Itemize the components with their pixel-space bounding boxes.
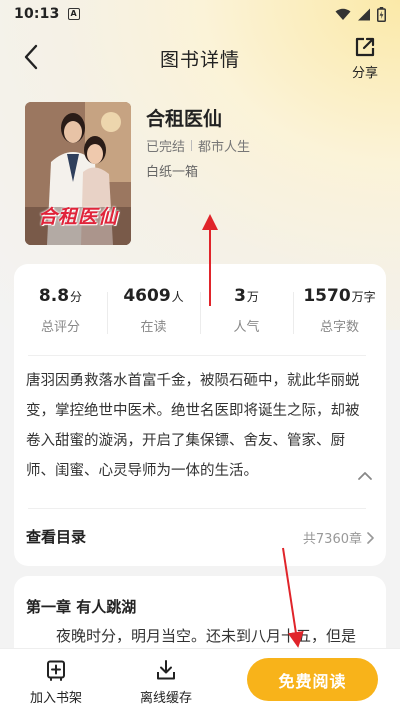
share-icon <box>355 37 375 57</box>
stat-label: 人气 <box>233 320 260 335</box>
stat-popularity: 3万 人气 <box>200 286 293 342</box>
stat-unit: 人 <box>171 290 184 304</box>
cover-title: 合租医仙 <box>37 206 118 228</box>
bottom-bar: 加入书架 离线缓存 免费阅读 <box>0 648 400 710</box>
stat-value: 1570 <box>303 286 351 306</box>
book-info-card: 8.8分 总评分 4609人 在读 3万 人气 1570万字 总字数 唐羽因勇救… <box>14 264 386 566</box>
collapse-button[interactable] <box>356 468 374 482</box>
book-status: 已完结 <box>146 140 186 155</box>
download-icon <box>157 660 175 680</box>
divider <box>28 508 366 509</box>
meta-divider <box>191 140 193 151</box>
page-title: 图书详情 <box>159 49 240 71</box>
stat-readers: 4609人 在读 <box>107 286 200 342</box>
stat-value: 4609 <box>123 286 171 306</box>
stat-value: 8.8 <box>38 286 70 306</box>
book-category[interactable]: 都市人生 <box>198 136 250 155</box>
share-button[interactable]: 分享 <box>348 36 382 82</box>
book-title: 合租医仙 <box>146 108 223 130</box>
battery-icon <box>377 6 386 22</box>
chapter-count: 共7360章 <box>302 532 362 547</box>
offline-cache-label: 离线缓存 <box>139 691 192 706</box>
stat-label: 在读 <box>140 320 167 335</box>
book-meta: 已完结 都市人生 <box>146 136 250 155</box>
status-time: 10:13 <box>14 6 60 22</box>
add-shelf-icon <box>47 660 65 681</box>
stat-label: 总字数 <box>319 320 359 335</box>
add-to-shelf-label: 加入书架 <box>29 691 82 706</box>
signal-icon <box>358 8 370 20</box>
stat-rating: 8.8分 总评分 <box>14 286 107 342</box>
share-label: 分享 <box>351 66 378 81</box>
wifi-icon <box>335 8 351 20</box>
status-bar: 10:13 A <box>0 0 400 28</box>
stat-word-count: 1570万字 总字数 <box>293 286 386 342</box>
chevron-right-icon <box>367 531 374 544</box>
chevron-up-icon <box>358 472 372 480</box>
stat-label: 总评分 <box>40 320 80 335</box>
stats-row: 8.8分 总评分 4609人 在读 3万 人气 1570万字 总字数 <box>14 286 386 342</box>
chapter-preview-text: 夜晚时分，明月当空。还未到八月十五，但是 <box>56 627 357 645</box>
stat-unit: 万 <box>246 290 259 304</box>
book-author[interactable]: 白纸一箱 <box>146 161 198 180</box>
stat-value: 3 <box>234 286 246 306</box>
stat-unit: 分 <box>70 290 83 304</box>
sim-icon: A <box>67 8 80 20</box>
offline-cache-button[interactable]: 离线缓存 <box>134 659 198 706</box>
add-to-shelf-button[interactable]: 加入书架 <box>24 659 88 706</box>
book-cover[interactable]: 合租医仙 <box>25 102 131 245</box>
toc-link[interactable]: 查看目录 <box>26 526 86 547</box>
synopsis-text: 唐羽因勇救落水首富千金，被陨石砸中，就此华丽蜕变，掌控绝世中医术。绝世名医即将诞… <box>26 373 360 479</box>
chapter-title: 第一章 有人跳湖 <box>26 598 137 616</box>
free-read-button[interactable]: 免费阅读 <box>247 658 378 701</box>
toc-count[interactable]: 共7360章 <box>303 528 374 547</box>
nav-bar: 图书详情 分享 <box>0 30 400 88</box>
divider <box>28 355 366 356</box>
stat-unit: 万字 <box>351 290 376 304</box>
